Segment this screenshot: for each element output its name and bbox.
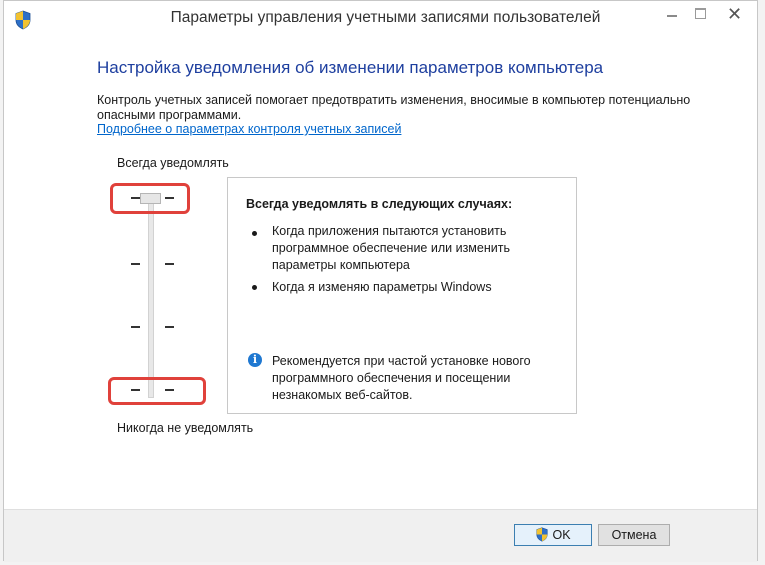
bullet-dot (252, 285, 257, 290)
slider-top-label: Всегда уведомлять (117, 156, 229, 170)
info-icon: i (248, 353, 262, 367)
highlight-box-bottom (108, 377, 206, 405)
uac-shield-icon (536, 527, 549, 542)
bullet-item-2: Когда я изменяю параметры Windows (272, 280, 492, 294)
slider-tick-left-3 (131, 326, 140, 328)
window-title: Параметры управления учетными записями п… (170, 9, 601, 26)
maximize-icon (695, 8, 706, 19)
ok-button[interactable]: OK (514, 524, 592, 546)
page-heading: Настройка уведомления об изменении парам… (97, 58, 604, 77)
close-icon: ✕ (727, 4, 743, 25)
description-text: Контроль учетных записей помогает предот… (97, 93, 691, 122)
slider-tick-left-2 (131, 263, 140, 265)
title-bar[interactable]: Параметры управления учетными записями п… (4, 1, 757, 39)
slider-bottom-label: Никогда не уведомлять (117, 421, 254, 435)
minimize-icon (667, 15, 677, 17)
bullet-item-1: Когда приложения пытаются установить про… (272, 224, 510, 272)
level-description-panel: Всегда уведомлять в следующих случаях: К… (227, 177, 577, 414)
ok-button-label: OK (552, 528, 571, 542)
notification-level-slider[interactable] (104, 176, 206, 411)
minimize-button[interactable] (660, 1, 686, 31)
slider-track[interactable] (148, 196, 154, 398)
cancel-button[interactable]: Отмена (598, 524, 670, 546)
uac-settings-window: Параметры управления учетными записями п… (3, 0, 758, 562)
slider-tick-right-3 (165, 326, 174, 328)
highlight-box-top (110, 183, 190, 214)
slider-tick-right-2 (165, 263, 174, 265)
dialog-footer: OK Отмена (4, 509, 757, 562)
close-button[interactable]: ✕ (711, 1, 758, 31)
bullet-dot (252, 231, 257, 236)
panel-title: Всегда уведомлять в следующих случаях: (246, 197, 513, 211)
learn-more-link[interactable]: Подробнее о параметрах контроля учетных … (97, 122, 401, 136)
recommendation-text: Рекомендуется при частой установке новог… (272, 354, 531, 402)
